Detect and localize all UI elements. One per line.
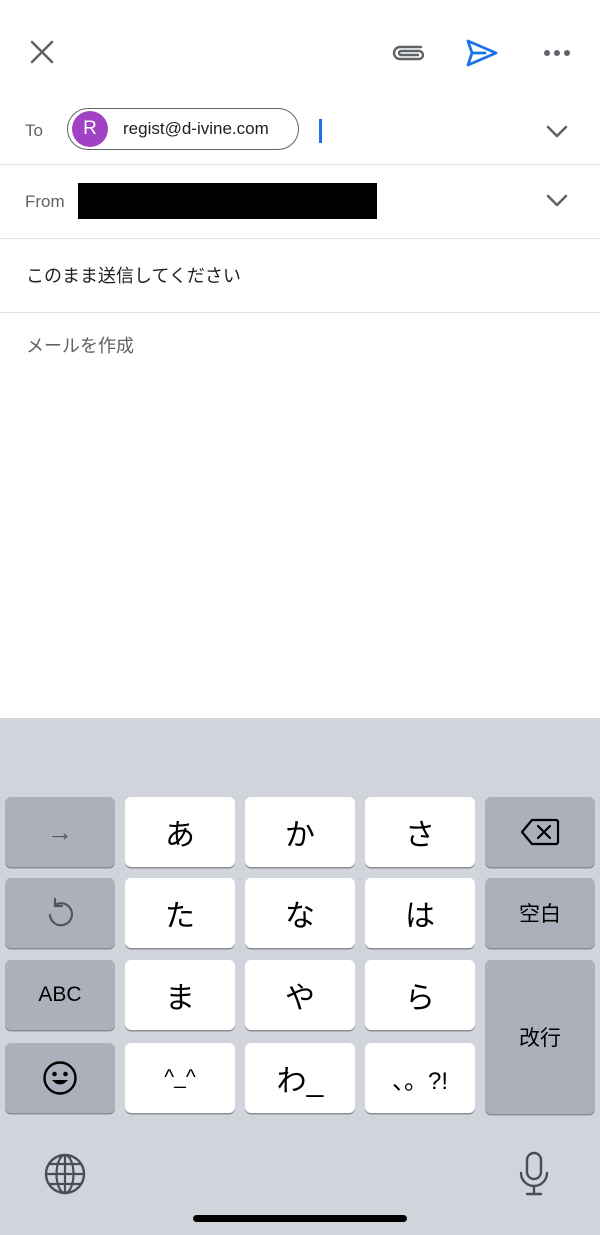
home-indicator[interactable] [193,1215,407,1222]
avatar: R [72,111,108,147]
from-label: From [25,192,65,211]
key-na[interactable]: な [245,878,355,948]
key-ma[interactable]: ま [125,960,235,1030]
compose-body-field[interactable]: メールを作成 [26,332,134,358]
attach-button[interactable] [388,32,430,74]
key-a[interactable]: あ [125,797,235,867]
chevron-down-icon [546,194,568,207]
chevron-down-icon [546,125,568,138]
close-icon [30,40,54,64]
divider [0,164,600,165]
key-ta[interactable]: た [125,878,235,948]
backspace-icon [520,818,560,846]
key-abc[interactable]: ABC [5,960,115,1030]
more-options-button[interactable] [536,32,578,74]
key-kaomoji[interactable]: ^_^ [125,1043,235,1113]
to-label: To [25,121,43,140]
key-undo[interactable] [5,878,115,948]
key-ya[interactable]: や [245,960,355,1030]
microphone-icon [519,1151,549,1196]
undo-icon [48,897,74,927]
key-return[interactable]: 改行 [485,960,595,1114]
recipient-email: regist@d-ivine.com [123,119,269,138]
recipient-chip[interactable]: R regist@d-ivine.com [67,108,299,150]
more-horizontal-icon [544,50,570,56]
key-backspace[interactable] [485,797,595,867]
text-cursor [319,119,322,143]
close-button[interactable] [22,32,62,72]
send-button[interactable] [460,32,504,74]
key-wa[interactable]: わ_ [245,1043,355,1113]
paperclip-icon [392,45,425,61]
key-ka[interactable]: か [245,797,355,867]
key-next[interactable]: → [5,797,115,867]
keyboard: → あ か さ た な は 空白 ABC ま や ら 改行 ^_^ わ_ 、。?… [0,718,600,1235]
key-space[interactable]: 空白 [485,878,595,948]
key-ha[interactable]: は [365,878,475,948]
dictation-button[interactable] [514,1149,554,1199]
divider [0,238,600,239]
key-emoji[interactable] [5,1043,115,1113]
globe-icon [44,1153,86,1195]
emoji-icon [43,1061,77,1095]
key-punctuation[interactable]: 、。?! [365,1043,475,1113]
to-expand-button[interactable] [543,118,571,146]
key-ra[interactable]: ら [365,960,475,1030]
redacted-sender [78,183,377,219]
divider [0,312,600,313]
subject-field[interactable]: このまま送信してください [26,262,241,288]
send-icon [466,39,498,67]
from-expand-button[interactable] [543,187,571,215]
globe-button[interactable] [42,1151,88,1197]
key-sa[interactable]: さ [365,797,475,867]
